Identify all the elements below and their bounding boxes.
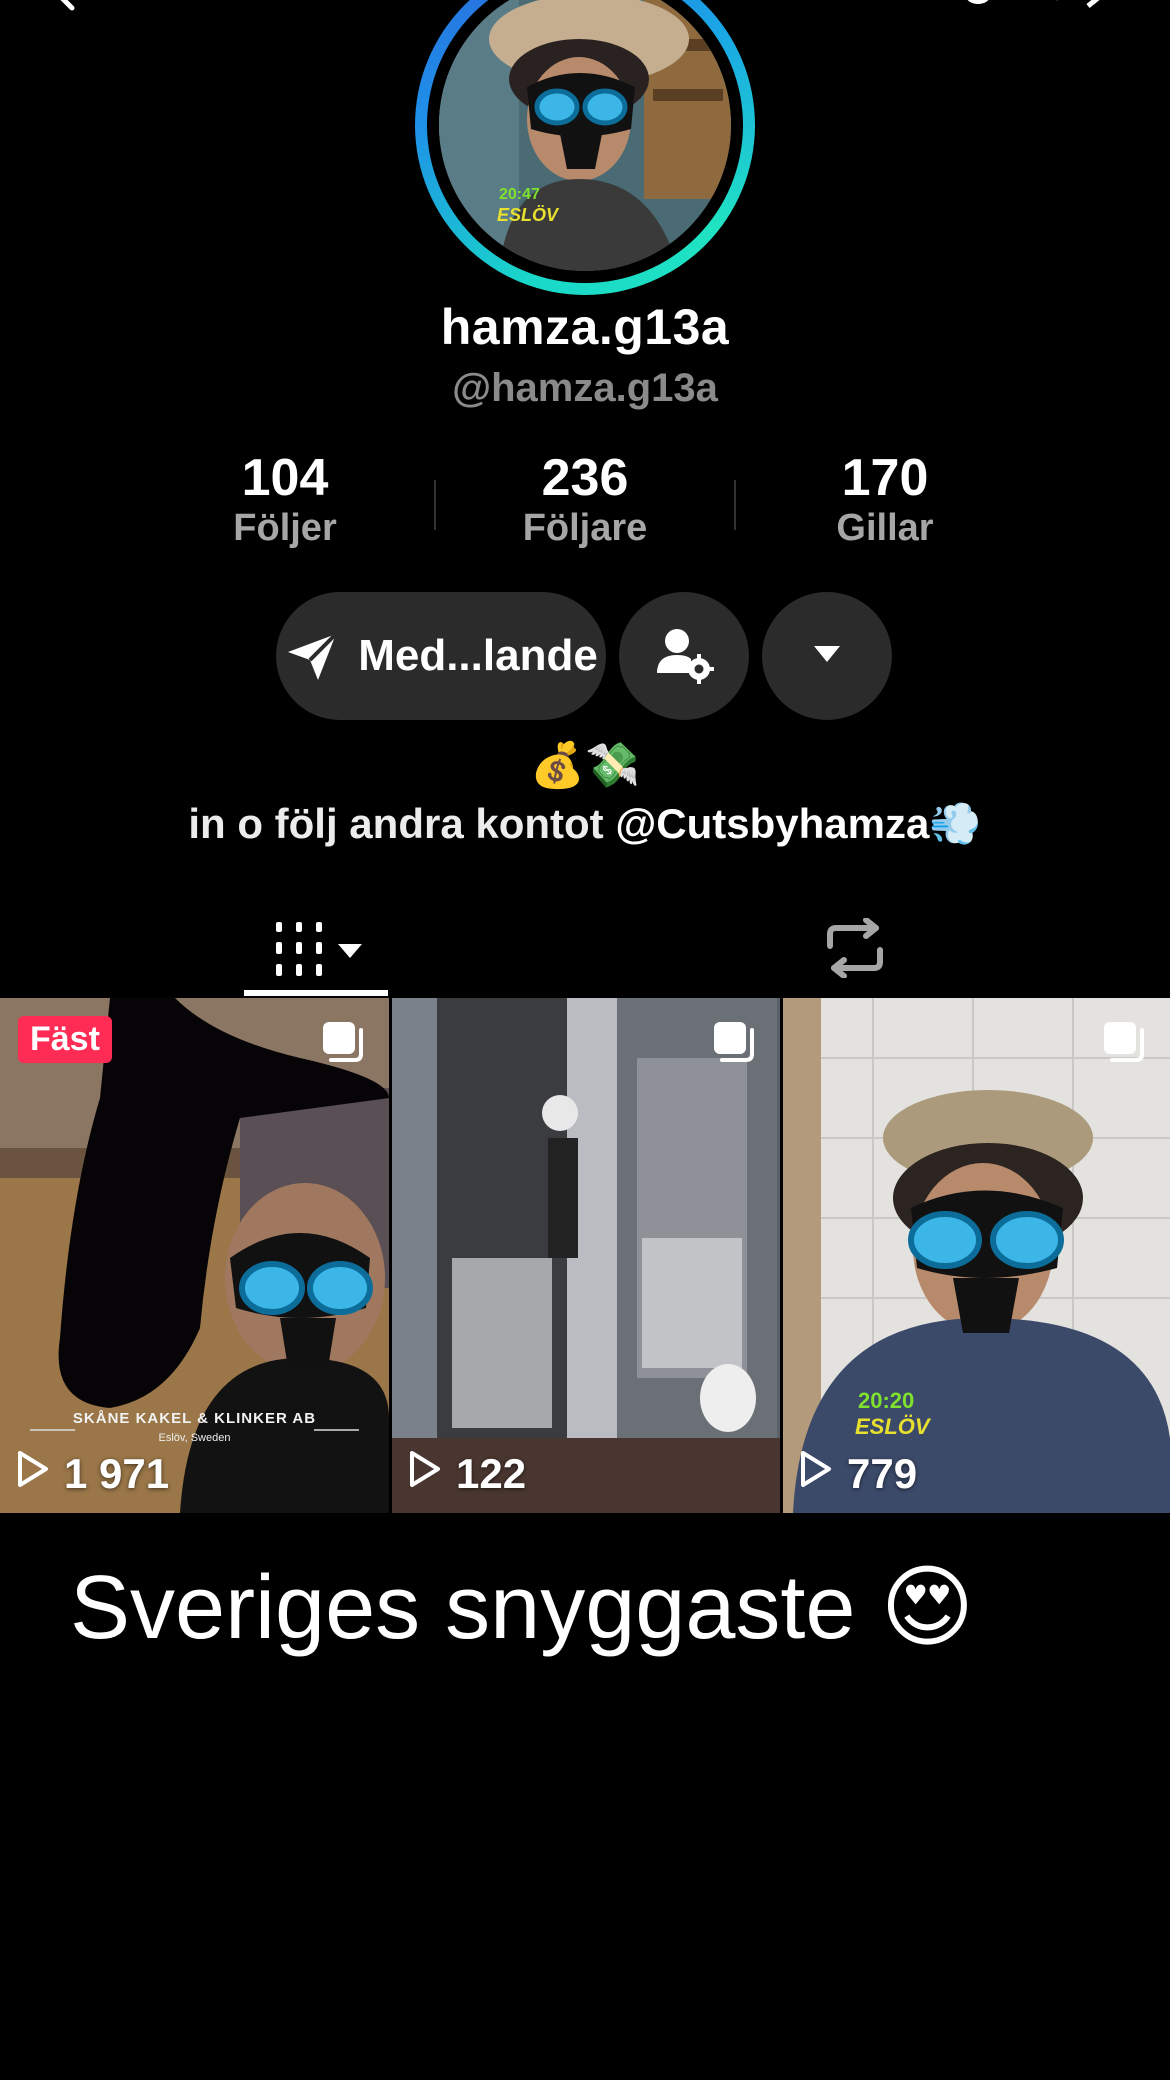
play-icon bbox=[408, 1449, 456, 1499]
share-icon[interactable] bbox=[1052, 0, 1112, 17]
stat-likes-value: 170 bbox=[841, 449, 929, 507]
back-icon[interactable] bbox=[42, 0, 82, 17]
profile-display-name: hamza.g13a bbox=[440, 299, 730, 355]
stat-following-value: 104 bbox=[241, 449, 329, 507]
video-thumbnail[interactable]: 122 bbox=[392, 998, 780, 1513]
video-view-count: 1 971 bbox=[16, 1449, 169, 1499]
stat-following-label: Följer bbox=[233, 507, 337, 550]
caret-down-icon bbox=[812, 644, 842, 669]
avatar-overlay-place: ESLÖV bbox=[497, 205, 560, 225]
play-icon bbox=[16, 1449, 64, 1499]
multi-media-icon bbox=[1102, 1020, 1146, 1069]
stat-divider bbox=[434, 480, 436, 530]
bio-text: in o följ andra kontot @Cutsbyhamza💨 bbox=[0, 800, 1170, 849]
stat-followers-label: Följare bbox=[522, 507, 648, 550]
user-settings-icon bbox=[653, 623, 715, 690]
video-overlay-subtitle: Eslöv, Sweden bbox=[158, 1432, 231, 1444]
video-overlay-title: SKÅNE KAKEL & KLINKER AB bbox=[72, 1410, 317, 1427]
grid-columns-icon bbox=[266, 918, 366, 983]
video-thumbnail[interactable]: SKÅNE KAKEL & KLINKER AB Eslöv, Sweden F… bbox=[0, 998, 389, 1513]
avatar-overlay-time: 20:47 bbox=[499, 186, 540, 203]
friend-settings-button[interactable] bbox=[619, 592, 749, 720]
stat-followers[interactable]: 236 Följare bbox=[465, 449, 705, 551]
stat-followers-value: 236 bbox=[541, 449, 629, 507]
pinned-badge: Fäst bbox=[18, 1016, 112, 1063]
caption-text: Sveriges snyggaste bbox=[70, 1558, 881, 1658]
video-view-count: 122 bbox=[408, 1449, 526, 1499]
bio-emoji-line: 💰💸 bbox=[530, 741, 640, 790]
video-views-value: 779 bbox=[847, 1450, 918, 1497]
video-view-count: 779 bbox=[799, 1449, 917, 1499]
notification-bell-icon[interactable] bbox=[958, 0, 998, 17]
bio-text-body: in o följ andra kontot bbox=[188, 800, 616, 847]
repost-icon bbox=[822, 916, 888, 983]
play-icon bbox=[799, 1449, 847, 1499]
tab-videos[interactable] bbox=[244, 900, 388, 1000]
multi-media-icon bbox=[712, 1020, 756, 1069]
more-options-dropdown-button[interactable] bbox=[762, 592, 892, 720]
send-icon bbox=[284, 630, 340, 682]
message-button-label: Med...lande bbox=[358, 631, 598, 680]
stat-likes[interactable]: 170 Gillar bbox=[765, 449, 1005, 551]
avatar[interactable]: 20:47 ESLÖV bbox=[415, 0, 755, 295]
stat-following[interactable]: 104 Följer bbox=[165, 449, 405, 551]
video-overlay-place: ESLÖV bbox=[855, 1414, 932, 1439]
video-views-value: 1 971 bbox=[64, 1450, 170, 1497]
video-overlay-time: 20:20 bbox=[858, 1388, 914, 1413]
active-tab-indicator bbox=[244, 990, 388, 996]
stat-likes-label: Gillar bbox=[836, 507, 934, 550]
caption-emoji: 😍 bbox=[880, 1558, 975, 1658]
message-button[interactable]: Med...lande bbox=[276, 592, 606, 720]
bio-mention-link[interactable]: @Cutsbyhamza bbox=[615, 800, 929, 847]
video-thumbnail[interactable]: 20:20 ESLÖV 779 bbox=[783, 998, 1170, 1513]
profile-handle: @hamza.g13a bbox=[452, 366, 718, 410]
stat-divider bbox=[734, 480, 736, 530]
multi-media-icon bbox=[321, 1020, 365, 1069]
video-views-value: 122 bbox=[456, 1450, 527, 1497]
bio-trailing-emoji: 💨 bbox=[929, 800, 982, 847]
video-caption: Sveriges snyggaste 😍 bbox=[70, 1555, 1070, 1660]
tab-reposts[interactable] bbox=[790, 900, 920, 1000]
